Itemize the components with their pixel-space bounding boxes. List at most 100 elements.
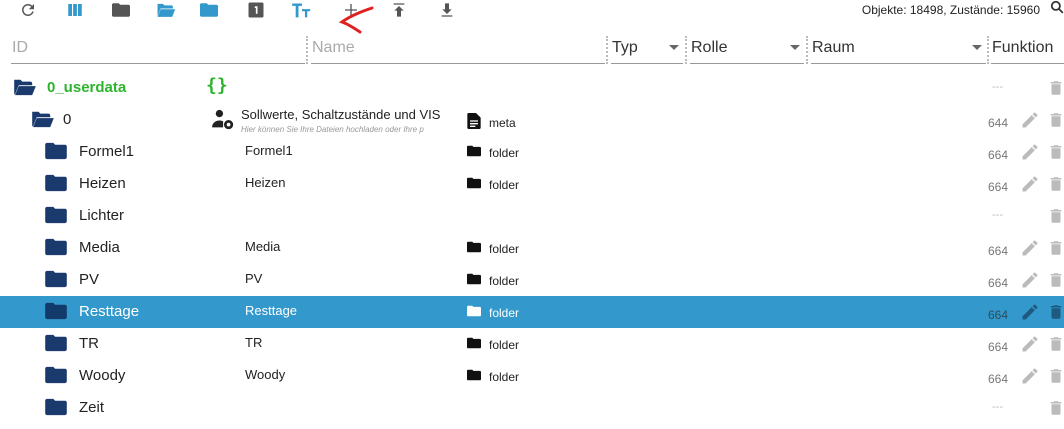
tree-row[interactable]: PV PV folder 664: [0, 264, 1064, 296]
row-acl: ---: [992, 209, 1003, 221]
pencil-icon[interactable]: [1020, 142, 1040, 167]
row-name: PV: [245, 271, 263, 286]
text-size-icon[interactable]: [291, 0, 313, 20]
refresh-icon[interactable]: [17, 0, 39, 20]
folder-icon[interactable]: [45, 270, 67, 293]
row-type: folder: [467, 145, 519, 160]
json-braces-icon[interactable]: {}: [206, 75, 228, 96]
folder-icon[interactable]: [45, 238, 67, 261]
trash-icon[interactable]: [1047, 110, 1064, 135]
tree-row[interactable]: TR TR folder 664: [0, 328, 1064, 360]
folder-open-icon[interactable]: [30, 110, 56, 133]
row-id: Formel1: [79, 143, 135, 160]
folder-icon[interactable]: [45, 206, 67, 229]
columns-icon[interactable]: [64, 0, 86, 20]
folder-icon: [467, 145, 481, 160]
folder-icon: [467, 305, 481, 320]
column-resizer[interactable]: [806, 36, 808, 64]
upload-icon[interactable]: [388, 0, 410, 20]
row-type: folder: [467, 305, 519, 320]
row-acl: 664: [988, 276, 1009, 290]
row-name: Heizen: [245, 175, 286, 190]
tree-row[interactable]: Zeit ---: [0, 392, 1064, 424]
folder-closed-icon[interactable]: [110, 0, 132, 20]
row-acl: ---: [992, 401, 1003, 413]
folder-icon[interactable]: [45, 174, 67, 197]
row-id: Media: [79, 239, 120, 256]
column-resizer[interactable]: [306, 36, 308, 64]
tree-row[interactable]: Formel1 Formel1 folder 664: [0, 136, 1064, 168]
row-type: folder: [467, 177, 519, 192]
row-type: folder: [467, 241, 519, 256]
column-resizer[interactable]: [685, 36, 687, 64]
tree-row[interactable]: Resttage Resttage folder 664: [0, 296, 1064, 328]
row-type: folder: [467, 369, 519, 384]
chevron-down-icon: [790, 45, 800, 50]
row-acl: 664: [988, 180, 1009, 194]
folder-open-icon[interactable]: [155, 0, 177, 20]
folder-open-icon[interactable]: [12, 78, 38, 101]
trash-icon[interactable]: [1047, 302, 1064, 327]
header-name[interactable]: Name: [311, 34, 605, 64]
header-rolle[interactable]: Rolle: [690, 34, 804, 64]
row-id: Zeit: [79, 399, 105, 416]
row-id: 0_userdata: [47, 79, 127, 96]
row-acl: ---: [992, 81, 1003, 93]
trash-icon[interactable]: [1047, 334, 1064, 359]
row-type: folder: [467, 337, 519, 352]
row-name: TR: [245, 335, 263, 350]
plus-icon[interactable]: [340, 0, 362, 20]
pencil-icon[interactable]: [1020, 238, 1040, 263]
trash-icon[interactable]: [1047, 78, 1064, 103]
trash-icon[interactable]: [1047, 206, 1064, 231]
tree-row[interactable]: 0_userdata {} ---: [0, 72, 1064, 104]
folder-icon: [467, 177, 481, 192]
trash-icon[interactable]: [1047, 174, 1064, 199]
folder-icon[interactable]: [45, 366, 67, 389]
tree-row[interactable]: Lichter ---: [0, 200, 1064, 232]
tree-row[interactable]: Media Media folder 664: [0, 232, 1064, 264]
row-id: Heizen: [79, 175, 126, 192]
trash-icon[interactable]: [1047, 142, 1064, 167]
folder-icon[interactable]: [45, 142, 67, 165]
folder-icon[interactable]: [45, 398, 67, 421]
pencil-icon[interactable]: [1020, 110, 1040, 135]
header-id[interactable]: ID: [11, 34, 305, 64]
tree-row[interactable]: Woody Woody folder 664: [0, 360, 1064, 392]
tree-row[interactable]: 0 Sollwerte, Schaltzustände und VIS Hier k…: [0, 104, 1064, 136]
row-type: folder: [467, 273, 519, 288]
column-resizer[interactable]: [987, 36, 989, 64]
row-type: meta: [467, 113, 516, 132]
row-name: Sollwerte, Schaltzustände und VIS: [241, 107, 441, 122]
pencil-icon[interactable]: [1020, 174, 1040, 199]
trash-icon[interactable]: [1047, 366, 1064, 391]
tree-row[interactable]: Heizen Heizen folder 664: [0, 168, 1064, 200]
pencil-icon[interactable]: [1020, 302, 1040, 327]
pencil-icon[interactable]: [1020, 366, 1040, 391]
trash-icon[interactable]: [1047, 398, 1064, 423]
row-id: Woody: [79, 367, 126, 384]
folder-icon[interactable]: [198, 0, 220, 20]
search-icon[interactable]: [1050, 0, 1064, 14]
header-typ[interactable]: Typ: [611, 34, 683, 64]
row-acl: 644: [988, 116, 1009, 130]
number-one-icon[interactable]: [245, 0, 267, 20]
column-header: ID Name Typ Rolle Raum Funktion: [0, 34, 1064, 66]
download-icon[interactable]: [436, 0, 458, 20]
trash-icon[interactable]: [1047, 270, 1064, 295]
header-funktion[interactable]: Funktion: [991, 34, 1064, 64]
pencil-icon[interactable]: [1020, 334, 1040, 359]
chevron-down-icon: [669, 45, 679, 50]
pencil-icon[interactable]: [1020, 270, 1040, 295]
row-acl: 664: [988, 244, 1009, 258]
chevron-down-icon: [972, 45, 982, 50]
folder-icon[interactable]: [45, 334, 67, 357]
row-id: 0: [63, 111, 72, 128]
header-raum[interactable]: Raum: [811, 34, 986, 64]
trash-icon[interactable]: [1047, 238, 1064, 263]
folder-icon[interactable]: [45, 302, 67, 325]
column-resizer[interactable]: [606, 36, 608, 64]
row-name: Formel1: [245, 143, 293, 158]
row-id: Resttage: [79, 303, 140, 320]
row-description: Hier können Sie Ihre Dateien hochladen o…: [241, 125, 424, 134]
